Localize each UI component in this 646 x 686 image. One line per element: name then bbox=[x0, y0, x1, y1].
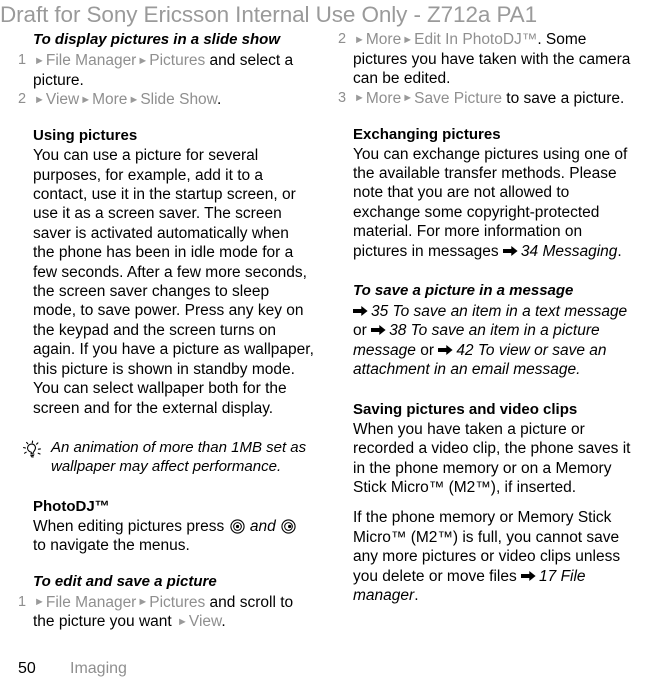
exchanging-body-end: . bbox=[617, 242, 622, 260]
heading-using-pictures: Using pictures bbox=[33, 127, 138, 145]
heading-to-display-pictures-in-slide-show: To display pictures in a slide show bbox=[33, 31, 281, 48]
step-number: 1 bbox=[18, 593, 27, 610]
heading-saving-pictures-and-video-clips: Saving pictures and video clips bbox=[353, 400, 578, 418]
step-item: 2 ►More►Edit In PhotoDJ™. Some pictures … bbox=[338, 30, 634, 89]
menu-separator-icon: ► bbox=[34, 54, 45, 67]
step-text: ►File Manager►Pictures and scroll to the… bbox=[33, 594, 293, 631]
cross-reference-34-messaging[interactable]: 34 Messaging bbox=[521, 243, 618, 260]
menu-path-more: More bbox=[365, 89, 402, 107]
step-item: 3 ►More►Save Picture to save a picture. bbox=[338, 89, 634, 109]
heading-exchanging-pictures: Exchanging pictures bbox=[353, 125, 501, 143]
step-number: 2 bbox=[18, 91, 27, 108]
step-trailing-text: . bbox=[217, 91, 222, 109]
draft-watermark-header: Draft for Sony Ericsson Internal Use Onl… bbox=[0, 2, 538, 27]
save-in-message-end: . bbox=[576, 361, 581, 379]
menu-separator-icon: ► bbox=[354, 92, 365, 105]
heading-to-edit-and-save-a-picture: To edit and save a picture bbox=[33, 572, 217, 590]
menu-path-view: View bbox=[188, 613, 222, 631]
cross-reference-35-text-message[interactable]: 35 To save an item in a text message bbox=[371, 303, 627, 320]
navigation-key-icon bbox=[229, 519, 245, 534]
menu-path-file-manager: File Manager bbox=[45, 52, 137, 69]
photodj-text-after-key: to navigate the menus. bbox=[33, 537, 190, 555]
menu-path-slide-show: Slide Show bbox=[140, 91, 218, 109]
right-arrow-icon bbox=[502, 243, 518, 256]
menu-separator-icon: ► bbox=[354, 33, 365, 46]
page-footer: 50 Imaging bbox=[18, 658, 628, 680]
menu-separator-icon: ► bbox=[137, 596, 149, 609]
menu-separator-icon: ► bbox=[34, 93, 45, 106]
step-text: ►More►Save Picture to save a picture. bbox=[353, 90, 624, 107]
menu-path-save-picture: Save Picture bbox=[414, 89, 502, 107]
photodj-text-before-key: When editing pictures press bbox=[33, 517, 229, 535]
paragraph-using-pictures: You can use a picture for several purpos… bbox=[33, 147, 314, 417]
right-arrow-icon bbox=[353, 303, 368, 317]
menu-separator-icon: ► bbox=[402, 33, 414, 46]
lightbulb-icon bbox=[20, 439, 44, 461]
paragraph-saving-pictures-1: When you have taken a picture or recorde… bbox=[353, 420, 631, 496]
footer-page-number: 50 bbox=[18, 660, 36, 677]
left-column: To display pictures in a slide show 1 ►F… bbox=[18, 30, 314, 632]
right-column: 2 ►More►Edit In PhotoDJ™. Some pictures … bbox=[338, 30, 634, 605]
step-number: 3 bbox=[338, 89, 347, 106]
navigation-key-icon bbox=[281, 519, 296, 534]
menu-path-file-manager: File Manager bbox=[45, 593, 137, 611]
page-body: To display pictures in a slide show 1 ►F… bbox=[0, 30, 646, 650]
step-item: 1 ►File Manager►Pictures and scroll to t… bbox=[18, 593, 314, 633]
menu-separator-icon: ► bbox=[177, 615, 188, 628]
step-text: ►More►Edit In PhotoDJ™. Some pictures yo… bbox=[353, 31, 630, 87]
footer-chapter-name: Imaging bbox=[70, 660, 127, 677]
paragraph-saving-pictures-2: If the phone memory or Memory Stick Micr… bbox=[353, 508, 634, 605]
paragraph-save-in-message-references: 35 To save an item in a text message or … bbox=[353, 302, 634, 380]
menu-path-more: More bbox=[365, 31, 402, 48]
menu-separator-icon: ► bbox=[128, 93, 140, 106]
menu-separator-icon: ► bbox=[80, 93, 92, 106]
tip-text: An animation of more than 1MB set as wal… bbox=[51, 438, 307, 476]
connector-or-2: or bbox=[415, 341, 439, 359]
menu-path-edit-in-photodj: Edit In PhotoDJ™ bbox=[414, 31, 538, 48]
heading-to-save-a-picture-in-a-message: To save a picture in a message bbox=[353, 282, 574, 300]
paragraph-exchanging-pictures: You can exchange pictures using one of t… bbox=[353, 145, 634, 261]
menu-separator-icon: ► bbox=[402, 92, 414, 105]
menu-path-view: View bbox=[45, 91, 80, 109]
menu-separator-icon: ► bbox=[137, 54, 149, 67]
step-item: 2 ►View►More►Slide Show. bbox=[18, 90, 314, 110]
saving-body2-end: . bbox=[414, 586, 419, 604]
menu-separator-icon: ► bbox=[34, 596, 45, 609]
step-text: ►View►More►Slide Show. bbox=[33, 91, 221, 108]
right-arrow-icon bbox=[371, 322, 386, 336]
photodj-text-between-keys: and bbox=[245, 517, 281, 535]
step-trailing-text: to save a picture. bbox=[502, 89, 625, 107]
menu-path-pictures: Pictures bbox=[149, 52, 206, 69]
tip-callout: An animation of more than 1MB set as wal… bbox=[18, 438, 314, 477]
connector-or-1: or bbox=[353, 322, 372, 340]
right-arrow-icon bbox=[438, 342, 453, 355]
step-item: 1 ►File Manager►Pictures and select a pi… bbox=[18, 51, 314, 90]
menu-path-more: More bbox=[92, 91, 128, 109]
right-arrow-icon bbox=[521, 568, 536, 581]
menu-path-pictures: Pictures bbox=[149, 593, 206, 611]
step-number: 2 bbox=[338, 31, 347, 47]
step-trailing-text: . bbox=[221, 613, 226, 631]
step-number: 1 bbox=[18, 52, 27, 68]
step-text: ►File Manager►Pictures and select a pict… bbox=[33, 52, 293, 89]
paragraph-photodj: When editing pictures press and to navig… bbox=[33, 517, 314, 556]
heading-photodj: PhotoDJ™ bbox=[33, 497, 110, 515]
